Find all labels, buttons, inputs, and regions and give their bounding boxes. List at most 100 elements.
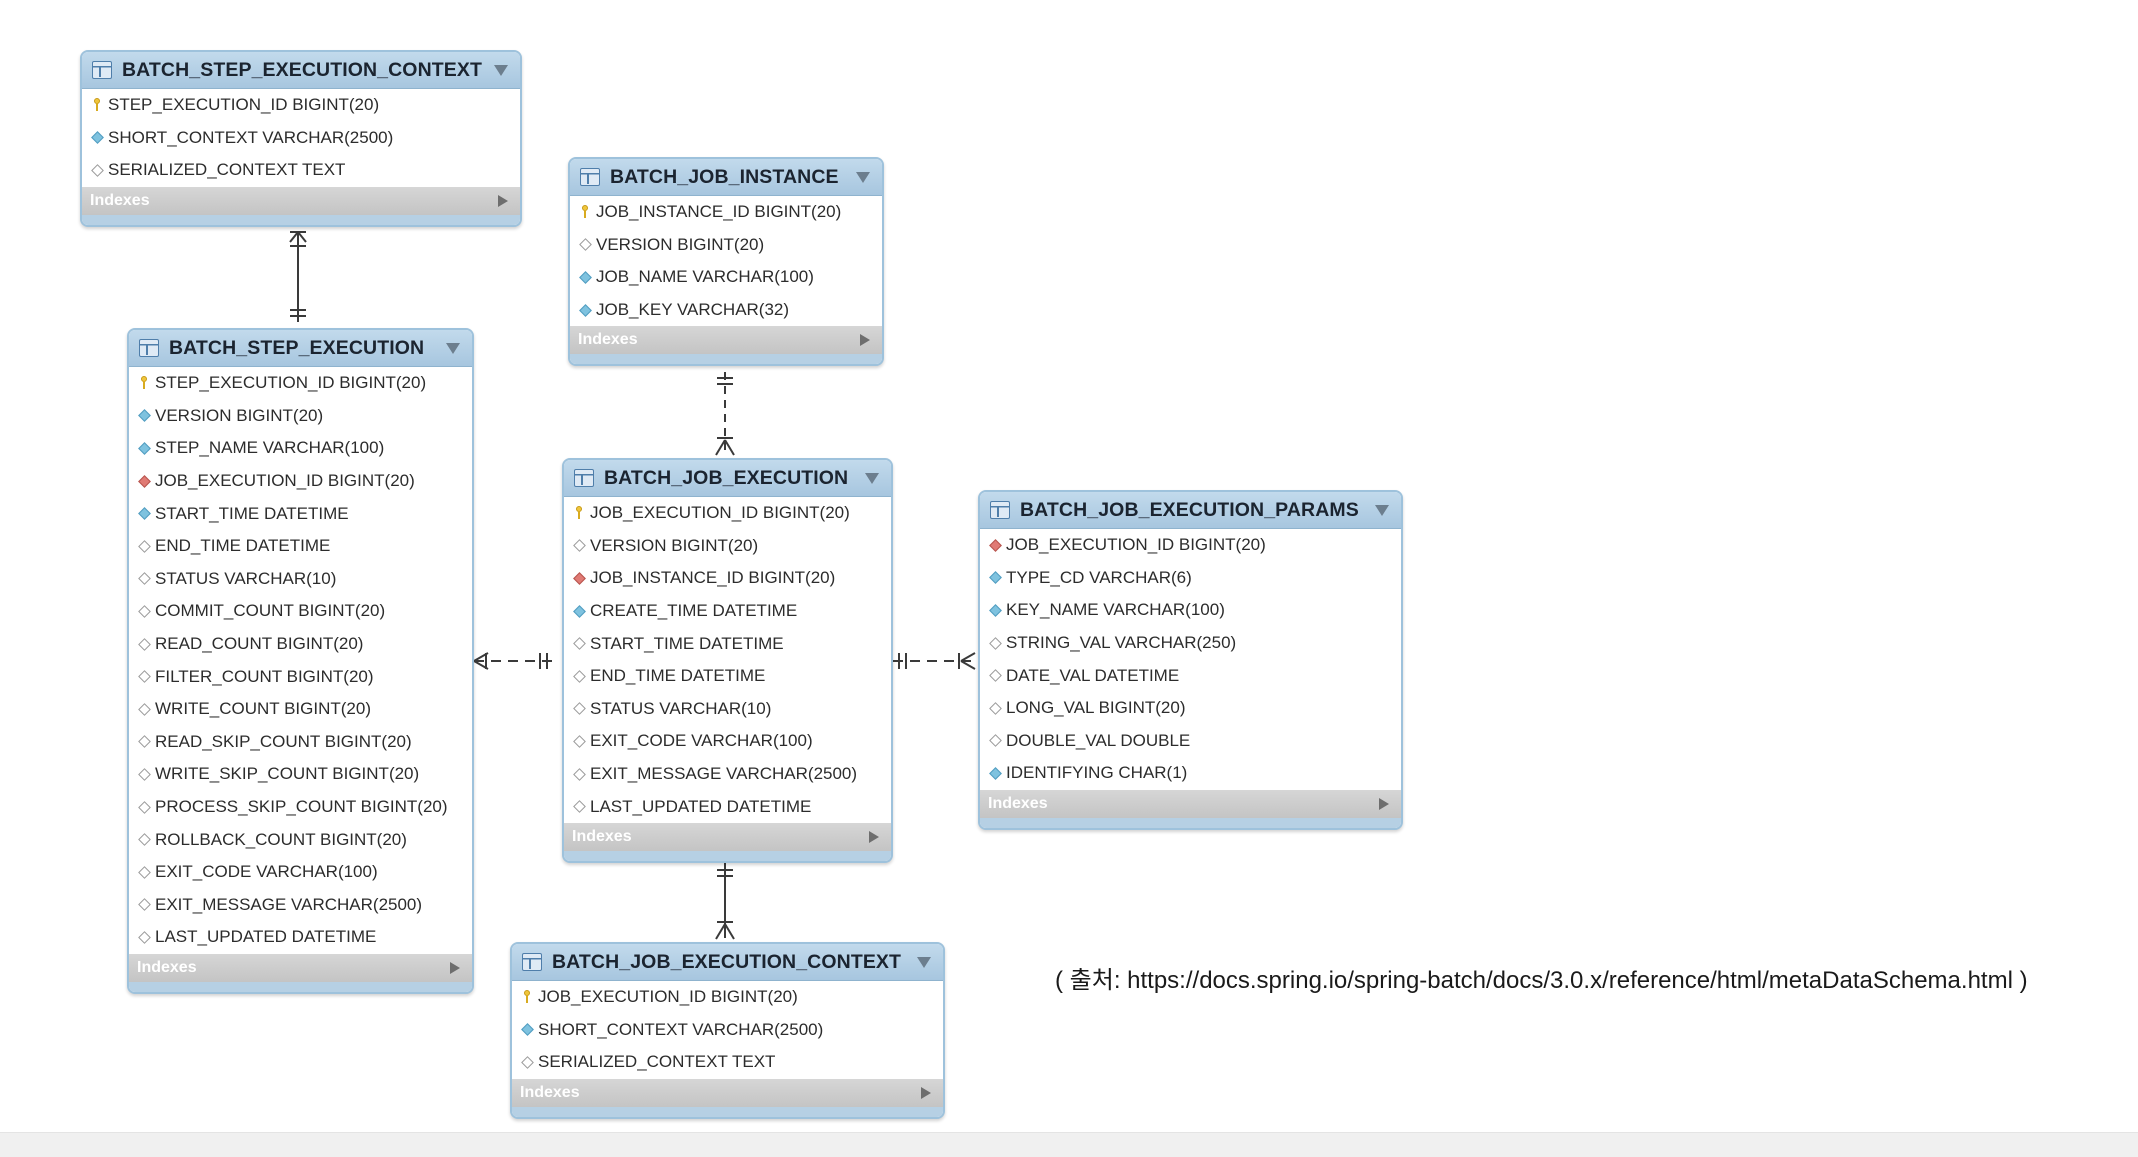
column-row[interactable]: VERSION BIGINT(20) — [129, 400, 472, 433]
column-row[interactable]: FILTER_COUNT BIGINT(20) — [129, 660, 472, 693]
not-null-column-icon — [137, 507, 151, 521]
column-row[interactable]: KEY_NAME VARCHAR(100) — [980, 594, 1401, 627]
expand-indexes-icon[interactable] — [869, 830, 879, 843]
connector-stroke — [297, 231, 307, 243]
table-header[interactable]: BATCH_STEP_EXECUTION_CONTEXT — [82, 52, 520, 89]
column-row[interactable]: END_TIME DATETIME — [129, 530, 472, 563]
column-row[interactable]: CREATE_TIME DATETIME — [564, 595, 891, 628]
column-row[interactable]: STEP_EXECUTION_ID BIGINT(20) — [129, 367, 472, 400]
table-job-params[interactable]: BATCH_JOB_EXECUTION_PARAMS JOB_EXECUTION_… — [978, 490, 1403, 830]
collapse-arrow-icon[interactable] — [446, 342, 460, 354]
table-name: BATCH_STEP_EXECUTION_CONTEXT — [122, 58, 482, 81]
table-job-instance[interactable]: BATCH_JOB_INSTANCE JOB_INSTANCE_ID BIGINT… — [568, 157, 884, 367]
column-row[interactable]: STEP_NAME VARCHAR(100) — [129, 432, 472, 465]
not-null-column-icon — [520, 1023, 534, 1037]
table-job-ctx[interactable]: BATCH_JOB_EXECUTION_CONTEXT JOB_EXECUTION… — [510, 942, 945, 1119]
column-row[interactable]: EXIT_CODE VARCHAR(100) — [129, 856, 472, 889]
column-row[interactable]: JOB_EXECUTION_ID BIGINT(20) — [129, 465, 472, 498]
column-row[interactable]: STATUS VARCHAR(10) — [129, 563, 472, 596]
column-row[interactable]: WRITE_SKIP_COUNT BIGINT(20) — [129, 758, 472, 791]
column-row[interactable]: STATUS VARCHAR(10) — [564, 693, 891, 726]
table-footer — [129, 981, 472, 992]
column-row[interactable]: JOB_NAME VARCHAR(100) — [570, 261, 882, 294]
table-header[interactable]: BATCH_STEP_EXECUTION — [129, 330, 472, 367]
indexes-section[interactable]: Indexes — [564, 822, 891, 851]
column-label: CREATE_TIME DATETIME — [590, 601, 798, 621]
column-row[interactable]: COMMIT_COUNT BIGINT(20) — [129, 595, 472, 628]
column-row[interactable]: JOB_INSTANCE_ID BIGINT(20) — [564, 562, 891, 595]
table-header[interactable]: BATCH_JOB_EXECUTION — [564, 460, 891, 497]
column-row[interactable]: JOB_KEY VARCHAR(32) — [570, 294, 882, 327]
table-header[interactable]: BATCH_JOB_EXECUTION_PARAMS — [980, 492, 1401, 529]
column-row[interactable]: LAST_UPDATED DATETIME — [564, 790, 891, 823]
column-row[interactable]: SERIALIZED_CONTEXT TEXT — [82, 154, 520, 187]
source-note: ( 출처: https://docs.spring.io/spring-batc… — [1055, 967, 2028, 994]
column-row[interactable]: READ_COUNT BIGINT(20) — [129, 628, 472, 661]
nullable-column-icon — [137, 833, 151, 846]
column-row[interactable]: JOB_EXECUTION_ID BIGINT(20) — [980, 529, 1401, 562]
column-row[interactable]: IDENTIFYING CHAR(1) — [980, 757, 1401, 790]
column-row[interactable]: DATE_VAL DATETIME — [980, 659, 1401, 692]
expand-indexes-icon[interactable] — [860, 334, 870, 347]
column-row[interactable]: STRING_VAL VARCHAR(250) — [980, 627, 1401, 660]
column-row[interactable]: EXIT_MESSAGE VARCHAR(2500) — [564, 758, 891, 791]
column-label: STEP_NAME VARCHAR(100) — [155, 438, 385, 458]
column-label: END_TIME DATETIME — [590, 666, 766, 686]
column-label: START_TIME DATETIME — [590, 633, 784, 653]
indexes-section[interactable]: Indexes — [570, 326, 882, 355]
collapse-arrow-icon[interactable] — [856, 171, 870, 183]
table-header[interactable]: BATCH_JOB_INSTANCE — [570, 159, 882, 196]
column-row[interactable]: JOB_EXECUTION_ID BIGINT(20) — [564, 497, 891, 530]
table-header[interactable]: BATCH_JOB_EXECUTION_CONTEXT — [512, 944, 943, 981]
column-row[interactable]: VERSION BIGINT(20) — [570, 229, 882, 262]
collapse-arrow-icon[interactable] — [494, 64, 508, 76]
indexes-section[interactable]: Indexes — [512, 1078, 943, 1107]
expand-indexes-icon[interactable] — [1379, 797, 1389, 810]
nullable-column-icon — [137, 539, 151, 553]
column-row[interactable]: JOB_INSTANCE_ID BIGINT(20) — [570, 196, 882, 229]
column-row[interactable]: DOUBLE_VAL DOUBLE — [980, 725, 1401, 758]
expand-indexes-icon[interactable] — [921, 1086, 931, 1099]
nullable-column-icon — [137, 800, 151, 814]
column-row[interactable]: PROCESS_SKIP_COUNT BIGINT(20) — [129, 791, 472, 824]
indexes-section[interactable]: Indexes — [129, 953, 472, 982]
column-row[interactable]: START_TIME DATETIME — [129, 497, 472, 530]
column-row[interactable]: JOB_EXECUTION_ID BIGINT(20) — [512, 981, 943, 1014]
collapse-arrow-icon[interactable] — [917, 956, 931, 968]
column-row[interactable]: TYPE_CD VARCHAR(6) — [980, 562, 1401, 595]
nullable-column-icon — [572, 735, 586, 748]
table-job-exec[interactable]: BATCH_JOB_EXECUTION JOB_EXECUTION_ID BIGI… — [562, 458, 893, 863]
column-row[interactable]: END_TIME DATETIME — [564, 660, 891, 693]
nullable-column-icon — [137, 702, 151, 716]
table-step-exec[interactable]: BATCH_STEP_EXECUTION STEP_EXECUTION_ID BI… — [127, 328, 474, 994]
indexes-section[interactable]: Indexes — [980, 789, 1401, 818]
column-row[interactable]: SHORT_CONTEXT VARCHAR(2500) — [512, 1014, 943, 1047]
column-row[interactable]: EXIT_CODE VARCHAR(100) — [564, 725, 891, 758]
expand-indexes-icon[interactable] — [450, 961, 460, 974]
column-row[interactable]: SERIALIZED_CONTEXT TEXT — [512, 1046, 943, 1079]
connector-stroke — [724, 439, 735, 456]
collapse-arrow-icon[interactable] — [865, 472, 879, 484]
table-step-ctx[interactable]: BATCH_STEP_EXECUTION_CONTEXT STEP_EXECUTI… — [80, 50, 522, 227]
column-label: JOB_NAME VARCHAR(100) — [596, 267, 814, 287]
column-row[interactable]: LONG_VAL BIGINT(20) — [980, 692, 1401, 725]
column-row[interactable]: ROLLBACK_COUNT BIGINT(20) — [129, 823, 472, 856]
nullable-column-icon — [137, 898, 151, 912]
column-row[interactable]: EXIT_MESSAGE VARCHAR(2500) — [129, 889, 472, 922]
column-row[interactable]: VERSION BIGINT(20) — [564, 530, 891, 563]
column-row[interactable]: LAST_UPDATED DATETIME — [129, 921, 472, 954]
column-label: SERIALIZED_CONTEXT TEXT — [538, 1052, 776, 1072]
column-row[interactable]: SHORT_CONTEXT VARCHAR(2500) — [82, 122, 520, 155]
column-row[interactable]: READ_SKIP_COUNT BIGINT(20) — [129, 726, 472, 759]
column-row[interactable]: START_TIME DATETIME — [564, 627, 891, 660]
column-row[interactable]: STEP_EXECUTION_ID BIGINT(20) — [82, 89, 520, 122]
table-name: BATCH_JOB_EXECUTION_PARAMS — [1020, 498, 1359, 521]
column-label: JOB_INSTANCE_ID BIGINT(20) — [596, 202, 842, 222]
indexes-section[interactable]: Indexes — [82, 186, 520, 215]
table-footer — [512, 1106, 943, 1117]
expand-indexes-icon[interactable] — [498, 194, 508, 207]
column-row[interactable]: WRITE_COUNT BIGINT(20) — [129, 693, 472, 726]
collapse-arrow-icon[interactable] — [1375, 504, 1389, 516]
column-label: STATUS VARCHAR(10) — [590, 698, 772, 718]
column-label: EXIT_CODE VARCHAR(100) — [155, 862, 378, 882]
